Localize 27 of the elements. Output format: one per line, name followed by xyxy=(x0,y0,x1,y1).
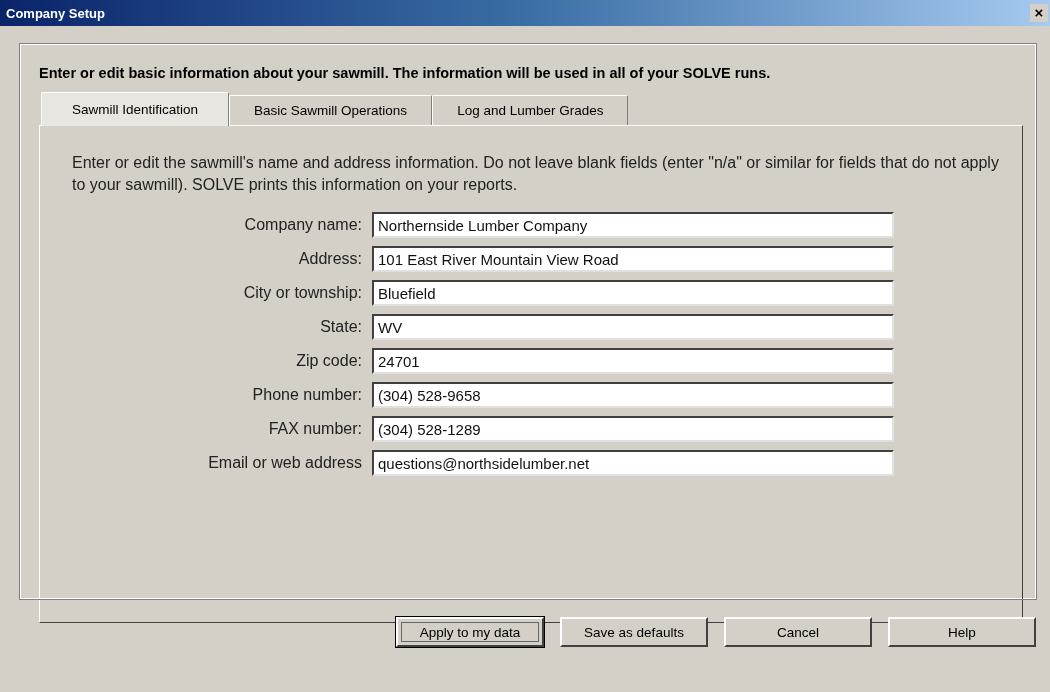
tab[interactable]: Basic Sawmill Operations xyxy=(229,95,433,125)
description-text: Enter or edit the sawmill's name and address information. Do not leave blank fields (enter "n/a" or similar for fields that do not apply to your sawmill). SOLVE prints this information on your reports. xyxy=(72,153,1000,195)
dialog-button[interactable]: Help xyxy=(888,617,1036,647)
input-field[interactable]: Bluefield xyxy=(372,280,894,306)
input-field[interactable]: 24701 xyxy=(372,348,894,374)
field-label: Email or web address xyxy=(207,454,362,472)
dialog-button[interactable]: Apply to my data xyxy=(396,617,544,647)
field-label: State: xyxy=(319,318,362,336)
input-field[interactable]: questions@northsidelumber.net xyxy=(372,450,894,476)
close-button[interactable]: × xyxy=(1030,4,1048,22)
tab[interactable]: Sawmill Identification xyxy=(41,92,230,126)
intro-text: Enter or edit basic information about your sawmill. The information will be used in all of your SOLVE runs. xyxy=(39,65,772,81)
field-label: Company name: xyxy=(243,216,362,234)
window-title: Company Setup xyxy=(6,5,105,21)
input-field[interactable]: (304) 528-1289 xyxy=(372,416,894,442)
input-field[interactable]: Northernside Lumber Company xyxy=(372,212,894,238)
input-field[interactable]: 101 East River Mountain View Road xyxy=(372,246,894,272)
input-field[interactable]: WV xyxy=(372,314,894,340)
field-label: Zip code: xyxy=(295,352,362,370)
input-field[interactable]: (304) 528-9658 xyxy=(372,382,894,408)
field-label: Address: xyxy=(297,250,362,268)
field-label: City or township: xyxy=(242,284,362,302)
tab[interactable]: Log and Lumber Grades xyxy=(432,95,629,125)
field-label: FAX number: xyxy=(267,420,362,438)
dialog-button[interactable]: Save as defaults xyxy=(560,617,708,647)
dialog-button[interactable]: Cancel xyxy=(724,617,872,647)
field-label: Phone number: xyxy=(251,386,362,404)
